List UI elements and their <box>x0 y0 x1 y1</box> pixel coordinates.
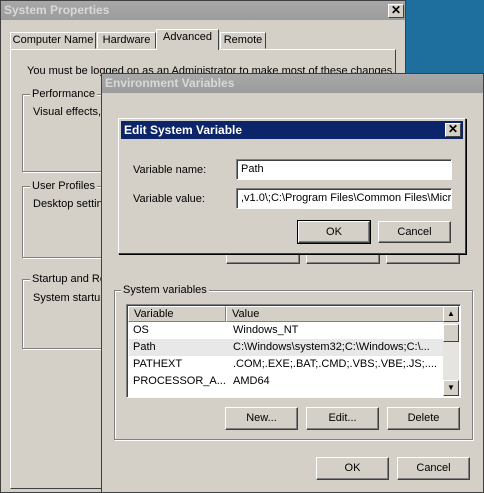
environment-variables-title: Environment Variables <box>105 76 235 90</box>
startup-label: Startup and Re <box>30 273 108 285</box>
table-row[interactable]: OS Windows_NT <box>129 322 444 339</box>
row-variable: OS <box>133 324 149 336</box>
button-label: Cancel <box>397 226 432 238</box>
system-properties-titlebar[interactable]: System Properties <box>1 1 405 20</box>
environment-variables-titlebar[interactable]: Environment Variables <box>102 74 483 93</box>
list-scrollbar[interactable]: ▲ ▼ <box>443 306 459 396</box>
env-cancel-button[interactable]: Cancel <box>397 457 470 480</box>
user-profiles-label: User Profiles <box>30 180 97 192</box>
column-header-value[interactable]: Value <box>226 306 444 322</box>
startup-group <box>22 279 112 349</box>
system-properties-close-button[interactable]: ✕ <box>388 4 404 18</box>
button-label: Edit... <box>328 412 357 424</box>
variable-name-input[interactable]: Path <box>236 159 452 180</box>
close-icon: ✕ <box>447 122 459 136</box>
row-value: Windows_NT <box>233 324 299 336</box>
chevron-down-icon: ▼ <box>447 383 455 392</box>
button-label: OK <box>326 226 342 238</box>
performance-label: Performance <box>30 88 97 100</box>
edit-button[interactable]: Edit... <box>306 407 379 430</box>
button-label: New... <box>246 412 277 424</box>
button-label: Delete <box>407 412 440 424</box>
column-label: Variable <box>134 308 174 320</box>
row-variable: PROCESSOR_A... <box>133 375 225 387</box>
edit-dialog-close-button[interactable]: ✕ <box>445 123 461 137</box>
scroll-down-button[interactable]: ▼ <box>443 380 459 396</box>
tab-advanced[interactable]: Advanced <box>156 29 219 50</box>
row-variable: Path <box>133 341 156 353</box>
chevron-up-icon: ▲ <box>447 309 455 318</box>
variable-value-label: Variable value: <box>133 193 205 205</box>
row-value: C:\Windows\system32;C:\Windows;C:\... <box>233 341 430 353</box>
scroll-thumb[interactable] <box>443 324 459 342</box>
user-profiles-desc: Desktop settin <box>33 198 103 210</box>
column-label: Value <box>232 308 260 320</box>
close-icon: ✕ <box>390 3 402 17</box>
row-variable: PATHEXT <box>133 358 183 370</box>
delete-button[interactable]: Delete <box>387 407 460 430</box>
performance-desc: Visual effects, <box>33 106 102 118</box>
edit-cancel-button[interactable]: Cancel <box>378 221 451 243</box>
user-profiles-group <box>22 186 112 258</box>
tab-label: Computer Name <box>12 34 94 46</box>
tab-label: Hardware <box>102 34 151 46</box>
edit-dialog-titlebar[interactable]: Edit System Variable <box>121 121 463 139</box>
edit-ok-button[interactable]: OK <box>297 220 371 244</box>
edit-dialog-title: Edit System Variable <box>124 123 243 137</box>
button-label: Cancel <box>416 462 451 474</box>
tab-label: Remote <box>223 34 263 46</box>
system-variables-label: System variables <box>121 284 209 296</box>
tab-hardware[interactable]: Hardware <box>97 32 156 49</box>
system-properties-title: System Properties <box>4 3 110 17</box>
edit-system-variable-dialog: Edit System Variable ✕ Variable name: Pa… <box>118 118 466 254</box>
button-label: OK <box>344 462 361 474</box>
new-button[interactable]: New... <box>225 407 298 430</box>
scroll-up-button[interactable]: ▲ <box>443 306 459 322</box>
row-value: .COM;.EXE;.BAT;.CMD;.VBS;.VBE;.JS;.... <box>233 358 437 370</box>
tab-label: Advanced <box>163 31 212 43</box>
system-variables-list[interactable]: Variable Value OS Windows_NT Path C:\Win… <box>126 304 461 398</box>
table-row-selected[interactable]: Path C:\Windows\system32;C:\Windows;C:\.… <box>129 339 444 356</box>
env-ok-button[interactable]: OK <box>316 457 389 480</box>
table-row[interactable]: PROCESSOR_A... AMD64 <box>129 373 444 390</box>
column-header-variable[interactable]: Variable <box>128 306 226 322</box>
variable-name-label: Variable name: <box>133 164 207 176</box>
tab-remote[interactable]: Remote <box>220 32 266 49</box>
row-value: AMD64 <box>233 375 270 387</box>
table-row[interactable]: PATHEXT .COM;.EXE;.BAT;.CMD;.VBS;.VBE;.J… <box>129 356 444 373</box>
tab-computer-name[interactable]: Computer Name <box>10 32 96 49</box>
variable-value-input[interactable]: ,v1.0\;C:\Program Files\Common Files\Mic… <box>236 188 452 209</box>
startup-desc: System startup <box>33 292 107 304</box>
